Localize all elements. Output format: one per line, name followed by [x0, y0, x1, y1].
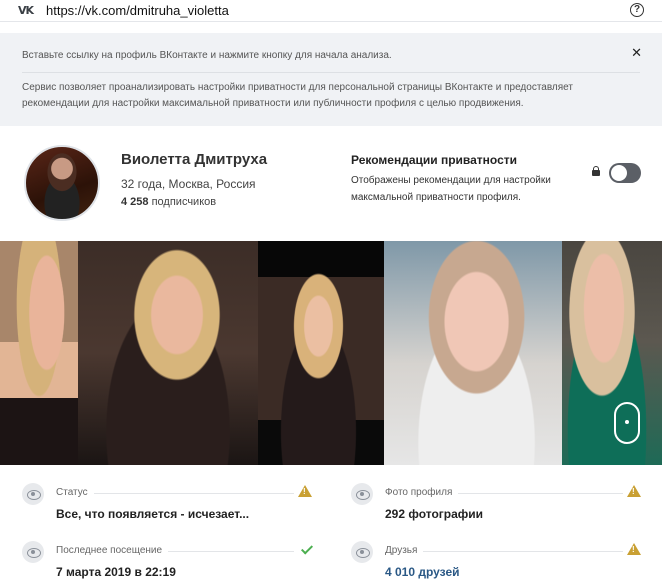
privacy-recommendations-description: Отображены рекомендации для настройки ма… — [351, 175, 551, 203]
profile-photo-1[interactable] — [0, 241, 78, 465]
subscribers-number: 4 258 — [121, 196, 149, 208]
url-field[interactable]: https://vk.com/dmitruha_violetta — [46, 3, 229, 18]
stat-status: Статус Все, что появляется - исчезает... — [22, 483, 312, 527]
checkmark-icon — [300, 542, 314, 555]
warning-icon — [298, 485, 312, 497]
friends-link[interactable]: 4 010 друзей — [385, 565, 460, 579]
avatar[interactable] — [24, 145, 100, 221]
profile-details: 32 года, Москва, Россия — [121, 177, 256, 191]
eye-icon — [351, 541, 373, 563]
subscribers-label: подписчиков — [151, 196, 217, 208]
analysis-hint: Вставьте ссылку на профиль ВКонтакте и н… — [22, 50, 392, 61]
lock-icon — [592, 166, 600, 176]
profile-name: Виолетта Дмитруха — [121, 151, 268, 168]
profile-photo-3[interactable] — [258, 241, 384, 465]
stat-value: Все, что появляется - исчезает... — [56, 507, 250, 521]
warning-icon — [627, 485, 641, 497]
scroll-dot-icon — [625, 420, 629, 424]
stat-label: Статус — [56, 487, 94, 498]
stat-label: Друзья — [385, 545, 424, 556]
warning-icon — [627, 543, 641, 555]
photo-strip — [0, 241, 662, 465]
stat-value: 7 марта 2019 в 22:19 — [56, 565, 176, 579]
stat-profile-photos: Фото профиля 292 фотографии — [351, 483, 641, 527]
help-icon[interactable]: ? — [630, 3, 644, 17]
close-icon[interactable]: ✕ — [631, 45, 642, 61]
stat-label: Фото профиля — [385, 487, 459, 498]
eye-icon — [22, 541, 44, 563]
privacy-toggle[interactable] — [609, 163, 641, 183]
eye-icon — [22, 483, 44, 505]
profile-photo-2[interactable] — [78, 241, 258, 465]
stat-label: Последнее посещение — [56, 545, 169, 556]
subscribers-count: 4 258 подписчиков — [121, 196, 216, 208]
info-panel: Вставьте ссылку на профиль ВКонтакте и н… — [0, 33, 662, 126]
stat-friends: Друзья 4 010 друзей — [351, 541, 641, 585]
profile-photo-4[interactable] — [384, 241, 562, 465]
profile-header: Виолетта Дмитруха 32 года, Москва, Росси… — [0, 126, 662, 241]
eye-icon — [351, 483, 373, 505]
toggle-knob — [611, 165, 627, 181]
vk-logo-icon: VK — [18, 4, 34, 17]
scroll-handle[interactable] — [614, 402, 640, 444]
browser-url-bar: VK https://vk.com/dmitruha_violetta ? — [0, 0, 662, 22]
privacy-recommendations-title: Рекомендации приватности — [351, 153, 518, 167]
stat-last-visit: Последнее посещение 7 марта 2019 в 22:19 — [22, 541, 314, 585]
stat-value: 292 фотографии — [385, 507, 484, 521]
service-description: Сервис позволяет проанализировать настро… — [22, 82, 573, 109]
info-divider — [22, 72, 640, 73]
profile-photo-5[interactable] — [562, 241, 662, 465]
